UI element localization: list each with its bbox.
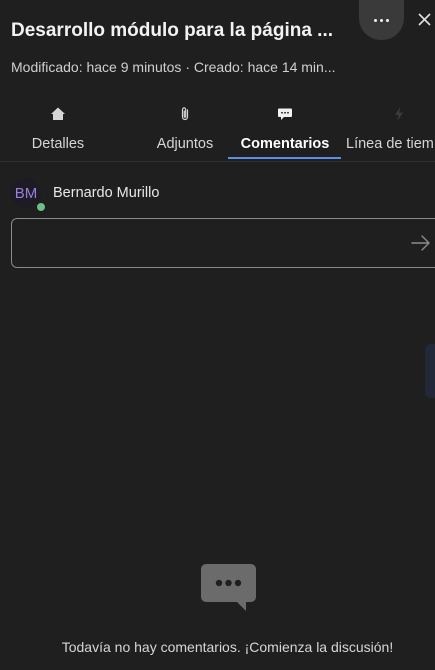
active-tab-indicator — [228, 157, 341, 159]
home-icon — [51, 107, 65, 120]
tab-comentarios[interactable]: Comentarios — [226, 100, 344, 160]
chat-bubble-icon — [201, 564, 256, 611]
close-icon — [417, 12, 431, 26]
comment-icon — [278, 108, 292, 120]
side-panel-handle[interactable] — [425, 344, 435, 398]
tab-label: Comentarios — [240, 136, 330, 152]
tab-label: Línea de tiem — [346, 136, 434, 152]
comment-input-box — [11, 218, 435, 269]
presence-status-dot — [36, 202, 46, 212]
page-subtitle: Modificado: hace 9 minutos · Creado: hac… — [11, 59, 336, 75]
page-title: Desarrollo módulo para la página ... — [11, 20, 334, 41]
comment-input[interactable] — [22, 219, 406, 269]
tab-label: Adjuntos — [156, 136, 214, 152]
tab-detalles[interactable]: Detalles — [17, 100, 99, 160]
ellipsis-icon — [374, 18, 389, 22]
tab-bar: Detalles Adjuntos Comentarios Línea de t… — [0, 100, 435, 162]
empty-state-message: Todavía no hay comentarios. ¡Comienza la… — [61, 639, 394, 655]
author-name: Bernardo Murillo — [53, 185, 160, 201]
tab-linea-de-tiempo[interactable]: Línea de tiem — [344, 100, 435, 160]
lightning-icon — [395, 107, 403, 121]
panel-header: Desarrollo módulo para la página ... Mod… — [0, 0, 435, 90]
send-arrow-icon[interactable] — [410, 233, 432, 253]
more-options-button[interactable] — [359, 0, 404, 40]
paperclip-icon — [181, 107, 189, 121]
close-button[interactable] — [414, 9, 434, 29]
tab-label: Detalles — [31, 136, 85, 152]
tab-adjuntos[interactable]: Adjuntos — [130, 100, 240, 160]
